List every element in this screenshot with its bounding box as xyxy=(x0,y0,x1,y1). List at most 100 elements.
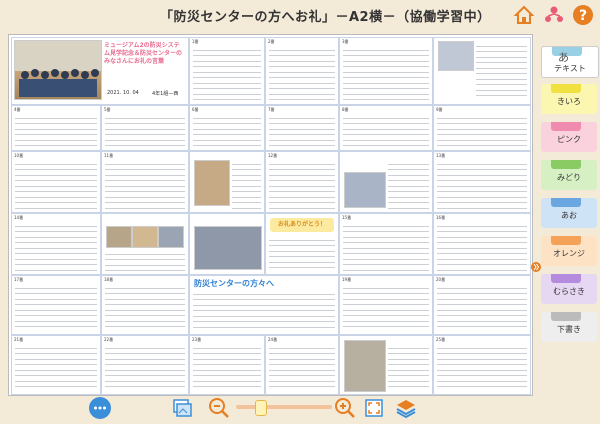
note-number: 21番 xyxy=(14,337,24,342)
note-card[interactable]: 21番 xyxy=(11,335,101,395)
note-number: 15番 xyxy=(342,215,352,220)
palette-tab xyxy=(551,122,581,131)
note-card[interactable]: 19番 xyxy=(339,275,433,335)
palette-text[interactable]: あ テキスト xyxy=(541,46,599,78)
banner-thanks: お礼ありがとう！ xyxy=(270,218,334,232)
zoom-in-icon[interactable] xyxy=(333,396,357,420)
note-card[interactable]: 11番 xyxy=(101,151,189,213)
photo-thumbnail xyxy=(132,226,158,248)
note-number: 23番 xyxy=(192,337,202,342)
note-card[interactable]: 16番 xyxy=(433,213,531,275)
note-card[interactable]: 10番 xyxy=(11,151,101,213)
note-number: 7番 xyxy=(268,107,275,112)
note-card[interactable]: 18番 xyxy=(101,275,189,335)
note-number: 24番 xyxy=(268,337,278,342)
palette-label: オレンジ xyxy=(553,249,585,258)
palette-tab xyxy=(551,198,581,207)
palette-label: むらさき xyxy=(553,287,585,296)
class-photo xyxy=(14,40,102,100)
palette-label: ピンク xyxy=(557,135,581,144)
palette-tab xyxy=(551,236,581,245)
note-number: 3番 xyxy=(342,39,349,44)
palette-tab xyxy=(551,274,581,283)
palette-orange[interactable]: オレンジ xyxy=(541,236,597,266)
featured-class: 4年1組—西 xyxy=(152,91,179,97)
note-number: 9番 xyxy=(436,107,443,112)
photo-card[interactable] xyxy=(189,213,265,275)
note-card[interactable]: 2番 xyxy=(265,37,339,105)
palette-label: きいろ xyxy=(557,97,581,106)
featured-card[interactable]: ミュージアム2の防災システム見学記念＆防災センターのみなさんにお礼の言葉 202… xyxy=(11,37,189,105)
note-card[interactable]: 20番 xyxy=(433,275,531,335)
help-icon[interactable]: ? xyxy=(572,4,594,26)
note-card[interactable]: お礼ありがとう！ xyxy=(265,213,339,275)
note-number: 4番 xyxy=(14,107,21,112)
layers-icon[interactable] xyxy=(394,396,418,420)
whiteboard[interactable]: ミュージアム2の防災システム見学記念＆防災センターのみなさんにお礼の言葉 202… xyxy=(8,34,533,396)
note-number: 5番 xyxy=(104,107,111,112)
palette-tab xyxy=(551,84,581,93)
note-card[interactable]: 9番 xyxy=(433,105,531,151)
note-card[interactable]: 24番 xyxy=(265,335,339,395)
note-card[interactable]: 13番 xyxy=(433,151,531,213)
photo-card[interactable] xyxy=(433,37,531,105)
note-number: 10番 xyxy=(14,153,24,158)
note-card[interactable]: 25番 xyxy=(433,335,531,395)
palette-yellow[interactable]: きいろ xyxy=(541,84,597,114)
note-card[interactable]: 22番 xyxy=(101,335,189,395)
photo-thumbnail xyxy=(158,226,184,248)
note-card[interactable]: 1番 xyxy=(189,37,265,105)
photo-card[interactable] xyxy=(339,151,433,213)
palette-label: あお xyxy=(561,211,577,220)
palette-label: みどり xyxy=(557,173,581,182)
zoom-out-icon[interactable] xyxy=(207,396,231,420)
photo-thumbnail xyxy=(438,41,474,71)
palette-tab xyxy=(551,312,581,321)
photo-thumbnail xyxy=(106,226,132,248)
note-card[interactable]: 15番 xyxy=(339,213,433,275)
note-card[interactable]: 5番 xyxy=(101,105,189,151)
palette-purple[interactable]: むらさき xyxy=(541,274,597,304)
chat-icon[interactable] xyxy=(88,396,112,420)
note-number: 2番 xyxy=(268,39,275,44)
photo-thumbnail xyxy=(344,340,386,392)
featured-title: ミュージアム2の防災システム見学記念＆防災センターのみなさんにお礼の言葉 xyxy=(104,42,183,65)
page-title: 「防災センターの方へお礼」－A2横－（協働学習中） xyxy=(160,10,491,25)
note-number: 6番 xyxy=(192,107,199,112)
note-number: 20番 xyxy=(436,277,446,282)
note-card[interactable]: 8番 xyxy=(339,105,433,151)
home-icon[interactable] xyxy=(513,4,535,26)
note-number: 25番 xyxy=(436,337,446,342)
note-card[interactable]: 7番 xyxy=(265,105,339,151)
note-number: 22番 xyxy=(104,337,114,342)
note-card[interactable]: 14番 xyxy=(11,213,101,275)
palette-blue[interactable]: あお xyxy=(541,198,597,228)
palette-tab xyxy=(551,160,581,169)
fit-screen-icon[interactable] xyxy=(362,396,386,420)
palette-green[interactable]: みどり xyxy=(541,160,597,190)
photo-card[interactable] xyxy=(189,151,265,213)
zoom-slider[interactable] xyxy=(236,400,332,416)
palette-draft[interactable]: 下書き xyxy=(541,312,597,342)
note-number: 1番 xyxy=(192,39,199,44)
note-card[interactable]: 23番 xyxy=(189,335,265,395)
expand-arrow-icon[interactable] xyxy=(531,258,541,272)
note-card[interactable]: 12番 xyxy=(265,151,339,213)
zoom-slider-thumb[interactable] xyxy=(255,400,267,416)
note-card[interactable]: 3番 xyxy=(339,37,433,105)
photo-card[interactable] xyxy=(339,335,433,395)
note-card[interactable]: 6番 xyxy=(189,105,265,151)
note-number: 16番 xyxy=(436,215,446,220)
note-card[interactable]: 17番 xyxy=(11,275,101,335)
note-card[interactable]: 4番 xyxy=(11,105,101,151)
palette-label: テキスト xyxy=(554,64,586,73)
group-icon[interactable] xyxy=(543,4,565,26)
note-card[interactable]: 防災センターの方々へ xyxy=(189,275,339,335)
featured-date: 2021. 10. 04 xyxy=(107,90,139,96)
image-list-icon[interactable] xyxy=(170,396,194,420)
bottom-toolbar xyxy=(0,394,600,422)
photo-card[interactable] xyxy=(101,213,189,275)
note-grid: ミュージアム2の防災システム見学記念＆防災センターのみなさんにお礼の言葉 202… xyxy=(9,35,532,395)
palette-pink[interactable]: ピンク xyxy=(541,122,597,152)
banner-title: 防災センターの方々へ xyxy=(194,279,274,288)
